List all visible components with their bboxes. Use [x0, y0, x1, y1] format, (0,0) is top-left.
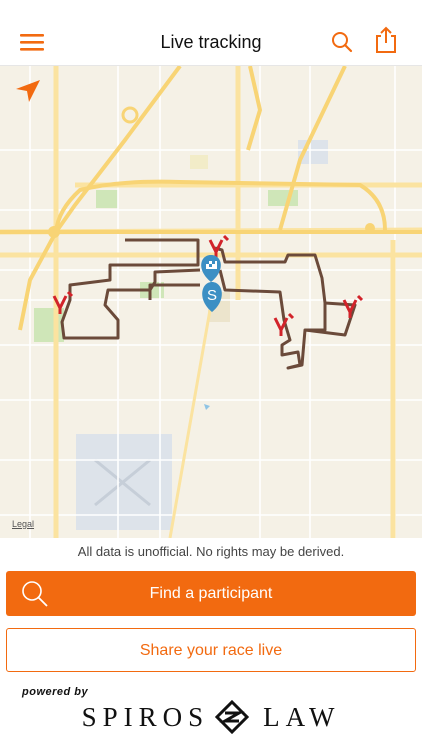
share-race-label: Share your race live: [139, 642, 283, 659]
page-title: Live tracking: [160, 32, 262, 52]
start-marker-label: S: [207, 287, 217, 304]
park-area: [190, 155, 208, 169]
powered-by-label: powered by: [22, 686, 89, 698]
map-legal-link[interactable]: Legal: [12, 519, 34, 529]
share-icon[interactable]: [370, 24, 402, 56]
find-participant-button[interactable]: Find a participant: [6, 571, 416, 616]
interchange: [121, 106, 139, 124]
diamond-logo-icon: [215, 700, 250, 734]
water-feature: [204, 404, 210, 410]
find-participant-label: Find a participant: [149, 585, 273, 602]
park-area: [268, 190, 298, 206]
race-map[interactable]: S: [0, 66, 422, 538]
interchange: [365, 223, 375, 233]
disclaimer-text: All data is unofficial. No rights may be…: [77, 544, 345, 559]
sponsor-logo: SPIROS LAW: [0, 700, 422, 734]
sponsor-name-right: LAW: [263, 701, 341, 732]
share-race-button[interactable]: Share your race live: [6, 628, 416, 672]
app-header: Live tracking: [0, 0, 422, 66]
map-canvas: S: [0, 66, 422, 538]
interchange: [48, 226, 60, 238]
search-icon[interactable]: [326, 26, 358, 58]
park-area: [96, 190, 118, 208]
sponsor-name-left: SPIROS: [81, 701, 210, 732]
location-arrow-icon[interactable]: [12, 76, 42, 106]
finish-flag-marker[interactable]: [201, 255, 221, 282]
